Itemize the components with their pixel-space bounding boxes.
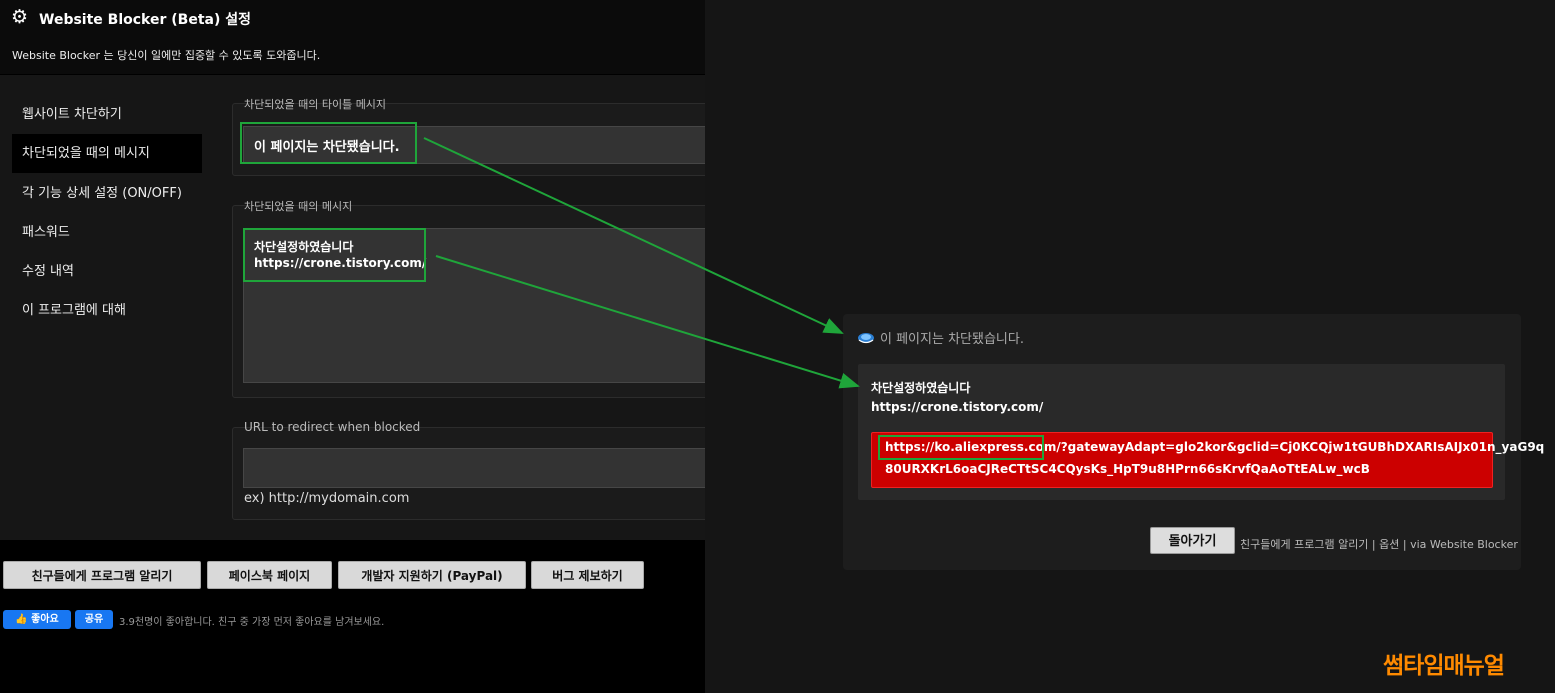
facebook-like-count-text: 3.9천명이 좋아합니다. 친구 중 가장 먼저 좋아요를 남겨보세요. — [119, 617, 385, 628]
report-bug-button[interactable]: 버그 제보하기 — [531, 561, 644, 589]
facebook-like-button[interactable]: 👍 좋아요 — [3, 610, 71, 629]
gear-icon: ⚙ — [11, 6, 29, 28]
watermark-logo: 썸타임매뉴얼 — [1383, 653, 1505, 679]
highlight-box-title — [240, 122, 417, 164]
blocked-page-header: 이 페이지는 차단됐습니다. — [857, 328, 1024, 347]
redirect-url-hint: ex) http://mydomain.com — [244, 491, 410, 506]
sidebar-item-changelog[interactable]: 수정 내역 — [12, 252, 202, 291]
settings-header: ⚙ Website Blocker (Beta) 설정 Website Bloc… — [0, 0, 705, 74]
blocked-page-footer-links[interactable]: 친구들에게 프로그램 알리기 | 옵션 | via Website Blocke… — [1240, 536, 1518, 552]
blocked-page-title: 이 페이지는 차단됐습니다. — [880, 332, 1024, 347]
sidebar-item-block-websites[interactable]: 웹사이트 차단하기 — [12, 95, 202, 134]
facebook-page-button[interactable]: 페이스북 페이지 — [207, 561, 332, 589]
support-developer-button[interactable]: 개발자 지원하기 (PayPal) — [338, 561, 526, 589]
blocked-url-line2: 80URXKrL6oaCJReCTtSC4CQysKs_HpT9u8HPrn66… — [885, 462, 1370, 476]
settings-window: ⚙ Website Blocker (Beta) 설정 Website Bloc… — [0, 0, 705, 693]
blocked-url-query: ?gatewayAdapt=glo2kor&gclid=Cj0KCQjw1tGU… — [1060, 440, 1545, 454]
facebook-like-label: 좋아요 — [31, 614, 59, 625]
blocker-logo-icon — [858, 333, 874, 344]
sidebar-item-feature-settings[interactable]: 각 기능 상세 설정 (ON/OFF) — [12, 174, 202, 213]
page-description: Website Blocker 는 당신이 일에만 집중할 수 있도록 도와줍니… — [12, 49, 321, 62]
sidebar-item-blocked-message[interactable]: 차단되었을 때의 메시지 — [12, 134, 202, 173]
page-title: Website Blocker (Beta) 설정 — [39, 12, 251, 28]
sidebar-item-about[interactable]: 이 프로그램에 대해 — [12, 291, 202, 330]
thumbs-up-icon: 👍 — [15, 614, 28, 625]
blocked-page-message-line1: 차단설정하였습니다 — [871, 381, 971, 395]
blocked-page-message-line2: https://crone.tistory.com/ — [871, 400, 1044, 414]
redirect-url-legend: URL to redirect when blocked — [244, 420, 421, 434]
share-program-button[interactable]: 친구들에게 프로그램 알리기 — [3, 561, 201, 589]
highlight-box-message — [243, 228, 426, 282]
blocked-message-legend: 차단되었을 때의 메시지 — [244, 200, 353, 213]
title-message-legend: 차단되었을 때의 타이틀 메시지 — [244, 98, 387, 111]
highlight-box-domain — [878, 435, 1044, 460]
redirect-url-fieldset: URL to redirect when blocked — [232, 420, 705, 520]
sidebar-item-password[interactable]: 패스워드 — [12, 213, 202, 252]
redirect-url-input[interactable] — [243, 448, 705, 488]
go-back-button[interactable]: 돌아가기 — [1150, 527, 1235, 554]
facebook-share-button[interactable]: 공유 — [75, 610, 113, 629]
